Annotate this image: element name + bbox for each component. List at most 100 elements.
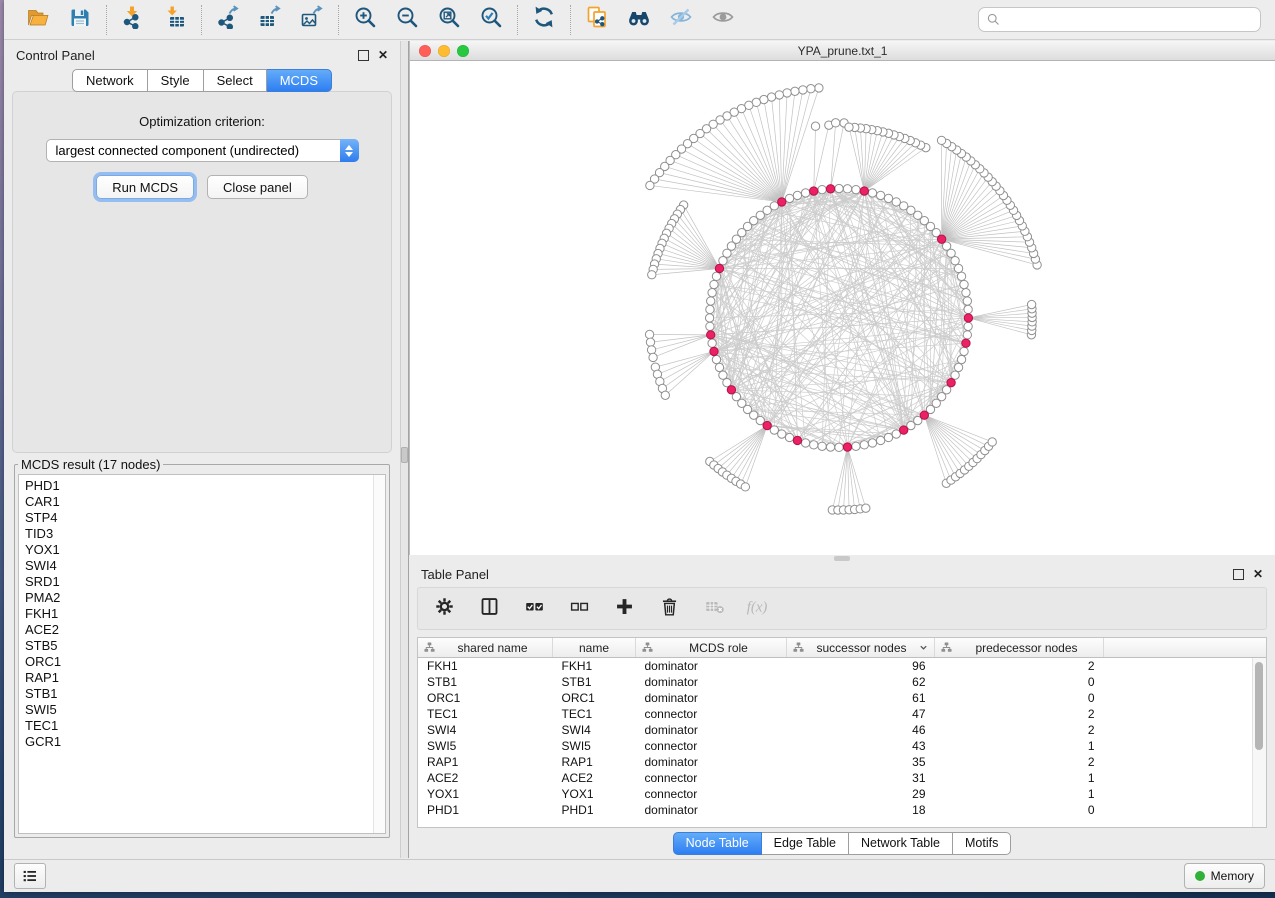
select-all-button[interactable] (522, 597, 546, 621)
table-cell[interactable]: SWI4 (418, 722, 553, 738)
table-cell[interactable]: 0 (935, 674, 1104, 690)
mcds-result-item[interactable]: ACE2 (25, 622, 385, 638)
table-cell[interactable]: dominator (636, 722, 787, 738)
table-scrollbar-thumb[interactable] (1255, 662, 1263, 750)
window-minimize-button[interactable] (438, 45, 450, 57)
splitter-handle-icon[interactable] (401, 447, 408, 463)
table-row[interactable]: PHD1PHD1dominator180 (418, 802, 1266, 818)
table-cell[interactable]: connector (636, 706, 787, 722)
import-table-button[interactable] (162, 7, 188, 33)
network-window-titlebar[interactable]: YPA_prune.txt_1 (410, 41, 1275, 61)
table-cell[interactable]: 0 (935, 802, 1104, 818)
table-cell[interactable]: TEC1 (553, 706, 636, 722)
save-session-button[interactable] (67, 7, 93, 33)
network-graph-canvas[interactable] (410, 61, 1275, 555)
table-cell[interactable]: connector (636, 738, 787, 754)
mcds-result-item[interactable]: STP4 (25, 510, 385, 526)
float-panel-icon[interactable] (358, 50, 369, 61)
table-cell[interactable]: dominator (636, 674, 787, 690)
table-cell[interactable]: SWI5 (418, 738, 553, 754)
table-cell[interactable]: 47 (787, 706, 935, 722)
mcds-result-item[interactable]: STB5 (25, 638, 385, 654)
table-cell[interactable]: SWI5 (553, 738, 636, 754)
table-cell[interactable]: 2 (935, 722, 1104, 738)
open-file-button[interactable] (25, 7, 51, 33)
table-cell[interactable]: 0 (935, 690, 1104, 706)
table-cell[interactable]: 31 (787, 770, 935, 786)
table-cell[interactable]: RAP1 (553, 754, 636, 770)
table-row[interactable]: TEC1TEC1connector472 (418, 706, 1266, 722)
table-cell[interactable]: 2 (935, 706, 1104, 722)
mcds-result-item[interactable]: ORC1 (25, 654, 385, 670)
table-cell[interactable]: connector (636, 770, 787, 786)
export-image-button[interactable] (299, 7, 325, 33)
mcds-result-item[interactable]: GCR1 (25, 734, 385, 750)
mcds-list-scrollbar[interactable] (373, 475, 385, 833)
show-columns-button[interactable] (477, 597, 501, 621)
table-cell[interactable]: FKH1 (553, 658, 636, 675)
search-box[interactable] (978, 7, 1261, 32)
table-cell[interactable]: dominator (636, 802, 787, 818)
tab-style[interactable]: Style (148, 69, 204, 92)
zoom-in-button[interactable] (352, 7, 378, 33)
tab-motifs[interactable]: Motifs (953, 832, 1011, 855)
import-network-button[interactable] (120, 7, 146, 33)
table-cell[interactable]: 62 (787, 674, 935, 690)
memory-button[interactable]: Memory (1184, 863, 1265, 889)
mcds-result-item[interactable]: TID3 (25, 526, 385, 542)
optimization-criterion-select[interactable]: largest connected component (undirected) (46, 139, 359, 162)
table-cell[interactable]: 35 (787, 754, 935, 770)
table-cell[interactable]: TEC1 (418, 706, 553, 722)
close-panel-icon[interactable]: ✕ (378, 49, 388, 61)
table-cell[interactable]: PHD1 (418, 802, 553, 818)
table-row[interactable]: ORC1ORC1dominator610 (418, 690, 1266, 706)
mcds-result-item[interactable]: TEC1 (25, 718, 385, 734)
mcds-result-item[interactable]: FKH1 (25, 606, 385, 622)
clone-network-button[interactable] (584, 7, 610, 33)
table-cell[interactable]: STB1 (418, 674, 553, 690)
panel-splitter[interactable] (400, 41, 409, 858)
table-cell[interactable]: 46 (787, 722, 935, 738)
tab-network[interactable]: Network (72, 69, 148, 92)
table-cell[interactable]: SWI4 (553, 722, 636, 738)
table-cell[interactable]: 2 (935, 658, 1104, 675)
task-history-button[interactable] (14, 863, 46, 889)
mcds-result-item[interactable]: SWI5 (25, 702, 385, 718)
table-cell[interactable]: 29 (787, 786, 935, 802)
table-cell[interactable]: dominator (636, 690, 787, 706)
tab-mcds[interactable]: MCDS (267, 69, 332, 92)
mcds-result-item[interactable]: PHD1 (25, 478, 385, 494)
table-cell[interactable]: PHD1 (553, 802, 636, 818)
close-table-panel-icon[interactable]: ✕ (1253, 568, 1263, 580)
zoom-fit-button[interactable] (436, 7, 462, 33)
float-table-panel-icon[interactable] (1233, 569, 1244, 580)
table-cell[interactable]: STB1 (553, 674, 636, 690)
mcds-result-item[interactable]: STB1 (25, 686, 385, 702)
column-header-predecessor-nodes[interactable]: predecessor nodes (935, 638, 1104, 658)
table-cell[interactable]: ORC1 (553, 690, 636, 706)
window-close-button[interactable] (419, 45, 431, 57)
first-neighbors-button[interactable] (626, 7, 652, 33)
column-header-successor-nodes[interactable]: successor nodes (787, 638, 935, 658)
table-row[interactable]: SWI4SWI4dominator462 (418, 722, 1266, 738)
column-header-mcds-role[interactable]: MCDS role (636, 638, 787, 658)
window-zoom-button[interactable] (457, 45, 469, 57)
table-cell[interactable]: 2 (935, 754, 1104, 770)
export-table-button[interactable] (257, 7, 283, 33)
zoom-out-button[interactable] (394, 7, 420, 33)
table-cell[interactable]: 43 (787, 738, 935, 754)
table-cell[interactable]: dominator (636, 658, 787, 675)
table-splitter[interactable] (409, 555, 1275, 562)
mcds-result-item[interactable]: CAR1 (25, 494, 385, 510)
table-cell[interactable]: 18 (787, 802, 935, 818)
table-cell[interactable]: 96 (787, 658, 935, 675)
tab-select[interactable]: Select (204, 69, 267, 92)
table-row[interactable]: SWI5SWI5connector431 (418, 738, 1266, 754)
table-cell[interactable]: ACE2 (418, 770, 553, 786)
table-row[interactable]: RAP1RAP1dominator352 (418, 754, 1266, 770)
export-network-button[interactable] (215, 7, 241, 33)
table-cell[interactable]: ORC1 (418, 690, 553, 706)
table-cell[interactable]: dominator (636, 754, 787, 770)
deselect-all-button[interactable] (567, 597, 591, 621)
table-cell[interactable]: YOX1 (553, 786, 636, 802)
